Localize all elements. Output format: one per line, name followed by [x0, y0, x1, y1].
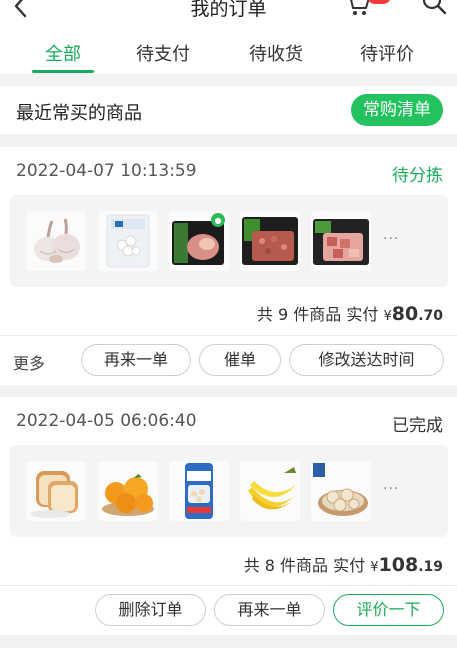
- order-status: 已完成: [392, 416, 443, 436]
- order-card[interactable]: 2022-04-05 06:06:40 已完成 ··· 共 8 件商品 实付 ¥…: [0, 397, 457, 635]
- frequent-products-title: 最近常买的商品: [16, 103, 142, 124]
- product-pork-trotter-thumb: ●: [169, 211, 229, 271]
- divider: [0, 585, 457, 586]
- more-products-ellipsis: ···: [383, 231, 400, 247]
- order-products[interactable]: ···: [10, 445, 448, 537]
- amount-integer: 108: [378, 554, 419, 576]
- product-toast-bread-thumb: [26, 461, 86, 521]
- tab-pending-payment[interactable]: 待支付: [118, 40, 208, 66]
- tab-pending-receipt[interactable]: 待收货: [231, 40, 321, 66]
- order-tabs: 全部 待支付 待收货 待评价: [0, 22, 457, 74]
- order-item-count: 共 9 件商品 实付: [256, 305, 379, 324]
- more-products-ellipsis: ···: [383, 481, 400, 497]
- currency-symbol: ¥: [370, 560, 379, 575]
- frequent-list-button[interactable]: 常购清单: [351, 94, 443, 126]
- product-oranges-thumb: [98, 461, 158, 521]
- urge-order-button[interactable]: 催单: [199, 344, 281, 376]
- app-header: 我的订单: [0, 0, 457, 22]
- product-shumai-thumb: [311, 461, 371, 521]
- more-actions-link[interactable]: 更多: [13, 350, 45, 374]
- order-summary: 共 9 件商品 实付 ¥80.70: [257, 301, 443, 325]
- order-date: 2022-04-05 06:06:40: [16, 411, 197, 431]
- order-date: 2022-04-07 10:13:59: [16, 161, 197, 181]
- product-minced-pork-thumb: [240, 211, 300, 271]
- amount-decimal: .19: [418, 559, 443, 575]
- product-frozen-dumplings-thumb: [169, 461, 229, 521]
- reorder-button[interactable]: 再来一单: [214, 594, 325, 626]
- product-garlic-thumb: [26, 211, 86, 271]
- cart-icon[interactable]: [344, 0, 372, 18]
- svg-text:●: ●: [215, 216, 222, 225]
- order-status: 待分拣: [392, 166, 443, 186]
- product-bananas-thumb: [240, 461, 300, 521]
- order-summary: 共 8 件商品 实付 ¥108.19: [244, 552, 443, 576]
- reorder-button[interactable]: 再来一单: [81, 344, 191, 376]
- search-icon[interactable]: [420, 0, 448, 18]
- delete-order-button[interactable]: 删除订单: [95, 594, 206, 626]
- order-card[interactable]: 2022-04-07 10:13:59 待分拣 ● ··· 共 9 件商品 实付…: [0, 147, 457, 385]
- order-products[interactable]: ● ···: [10, 195, 448, 287]
- page-title: 我的订单: [190, 0, 267, 20]
- amount-integer: 80: [391, 303, 419, 325]
- product-tangyuan-thumb: [98, 211, 158, 271]
- amount-decimal: .70: [418, 308, 443, 324]
- order-item-count: 共 8 件商品 实付: [243, 556, 366, 575]
- tab-pending-review[interactable]: 待评价: [342, 40, 432, 66]
- active-tab-indicator: [32, 70, 94, 73]
- currency-symbol: ¥: [383, 309, 392, 324]
- divider: [0, 335, 457, 336]
- change-delivery-time-button[interactable]: 修改送达时间: [289, 344, 444, 376]
- product-pork-cubes-thumb: [311, 211, 371, 271]
- review-order-button[interactable]: 评价一下: [333, 594, 444, 626]
- tab-all[interactable]: 全部: [18, 40, 108, 66]
